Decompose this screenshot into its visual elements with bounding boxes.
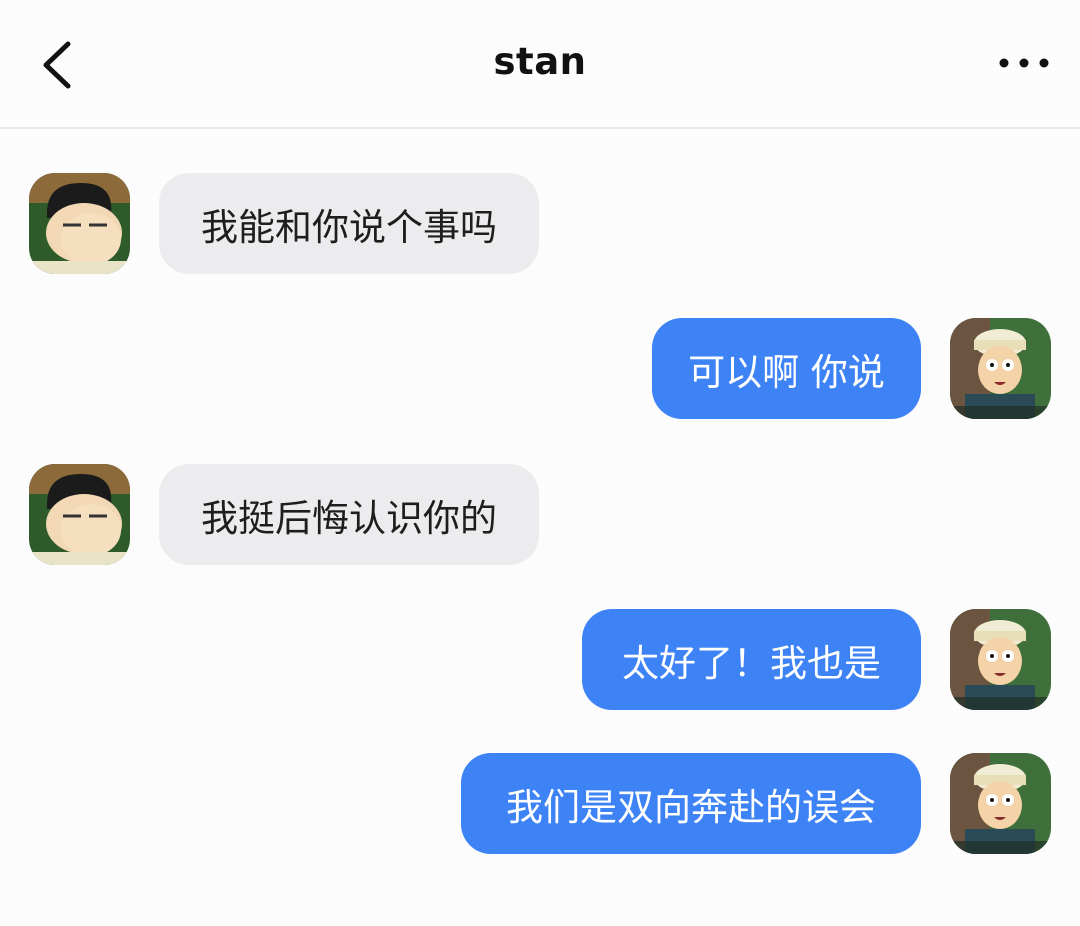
message-bubble-received[interactable]: 我能和你说个事吗	[159, 173, 539, 274]
avatar-hat-guy[interactable]	[950, 753, 1051, 854]
message-bubble-sent[interactable]: 我们是双向奔赴的误会	[461, 753, 921, 854]
avatar-dad[interactable]	[29, 173, 130, 274]
chat-header: stan	[0, 0, 1080, 129]
avatar-hat-guy[interactable]	[950, 318, 1051, 419]
avatar-hat-guy[interactable]	[950, 609, 1051, 710]
more-horizontal-icon	[999, 58, 1049, 68]
message-bubble-sent[interactable]: 可以啊 你说	[652, 318, 921, 419]
more-button[interactable]	[996, 48, 1052, 78]
avatar-dad[interactable]	[29, 464, 130, 565]
message-bubble-received[interactable]: 我挺后悔认识你的	[159, 464, 539, 565]
chat-title: stan	[493, 40, 587, 83]
message-bubble-sent[interactable]: 太好了！我也是	[582, 609, 921, 710]
